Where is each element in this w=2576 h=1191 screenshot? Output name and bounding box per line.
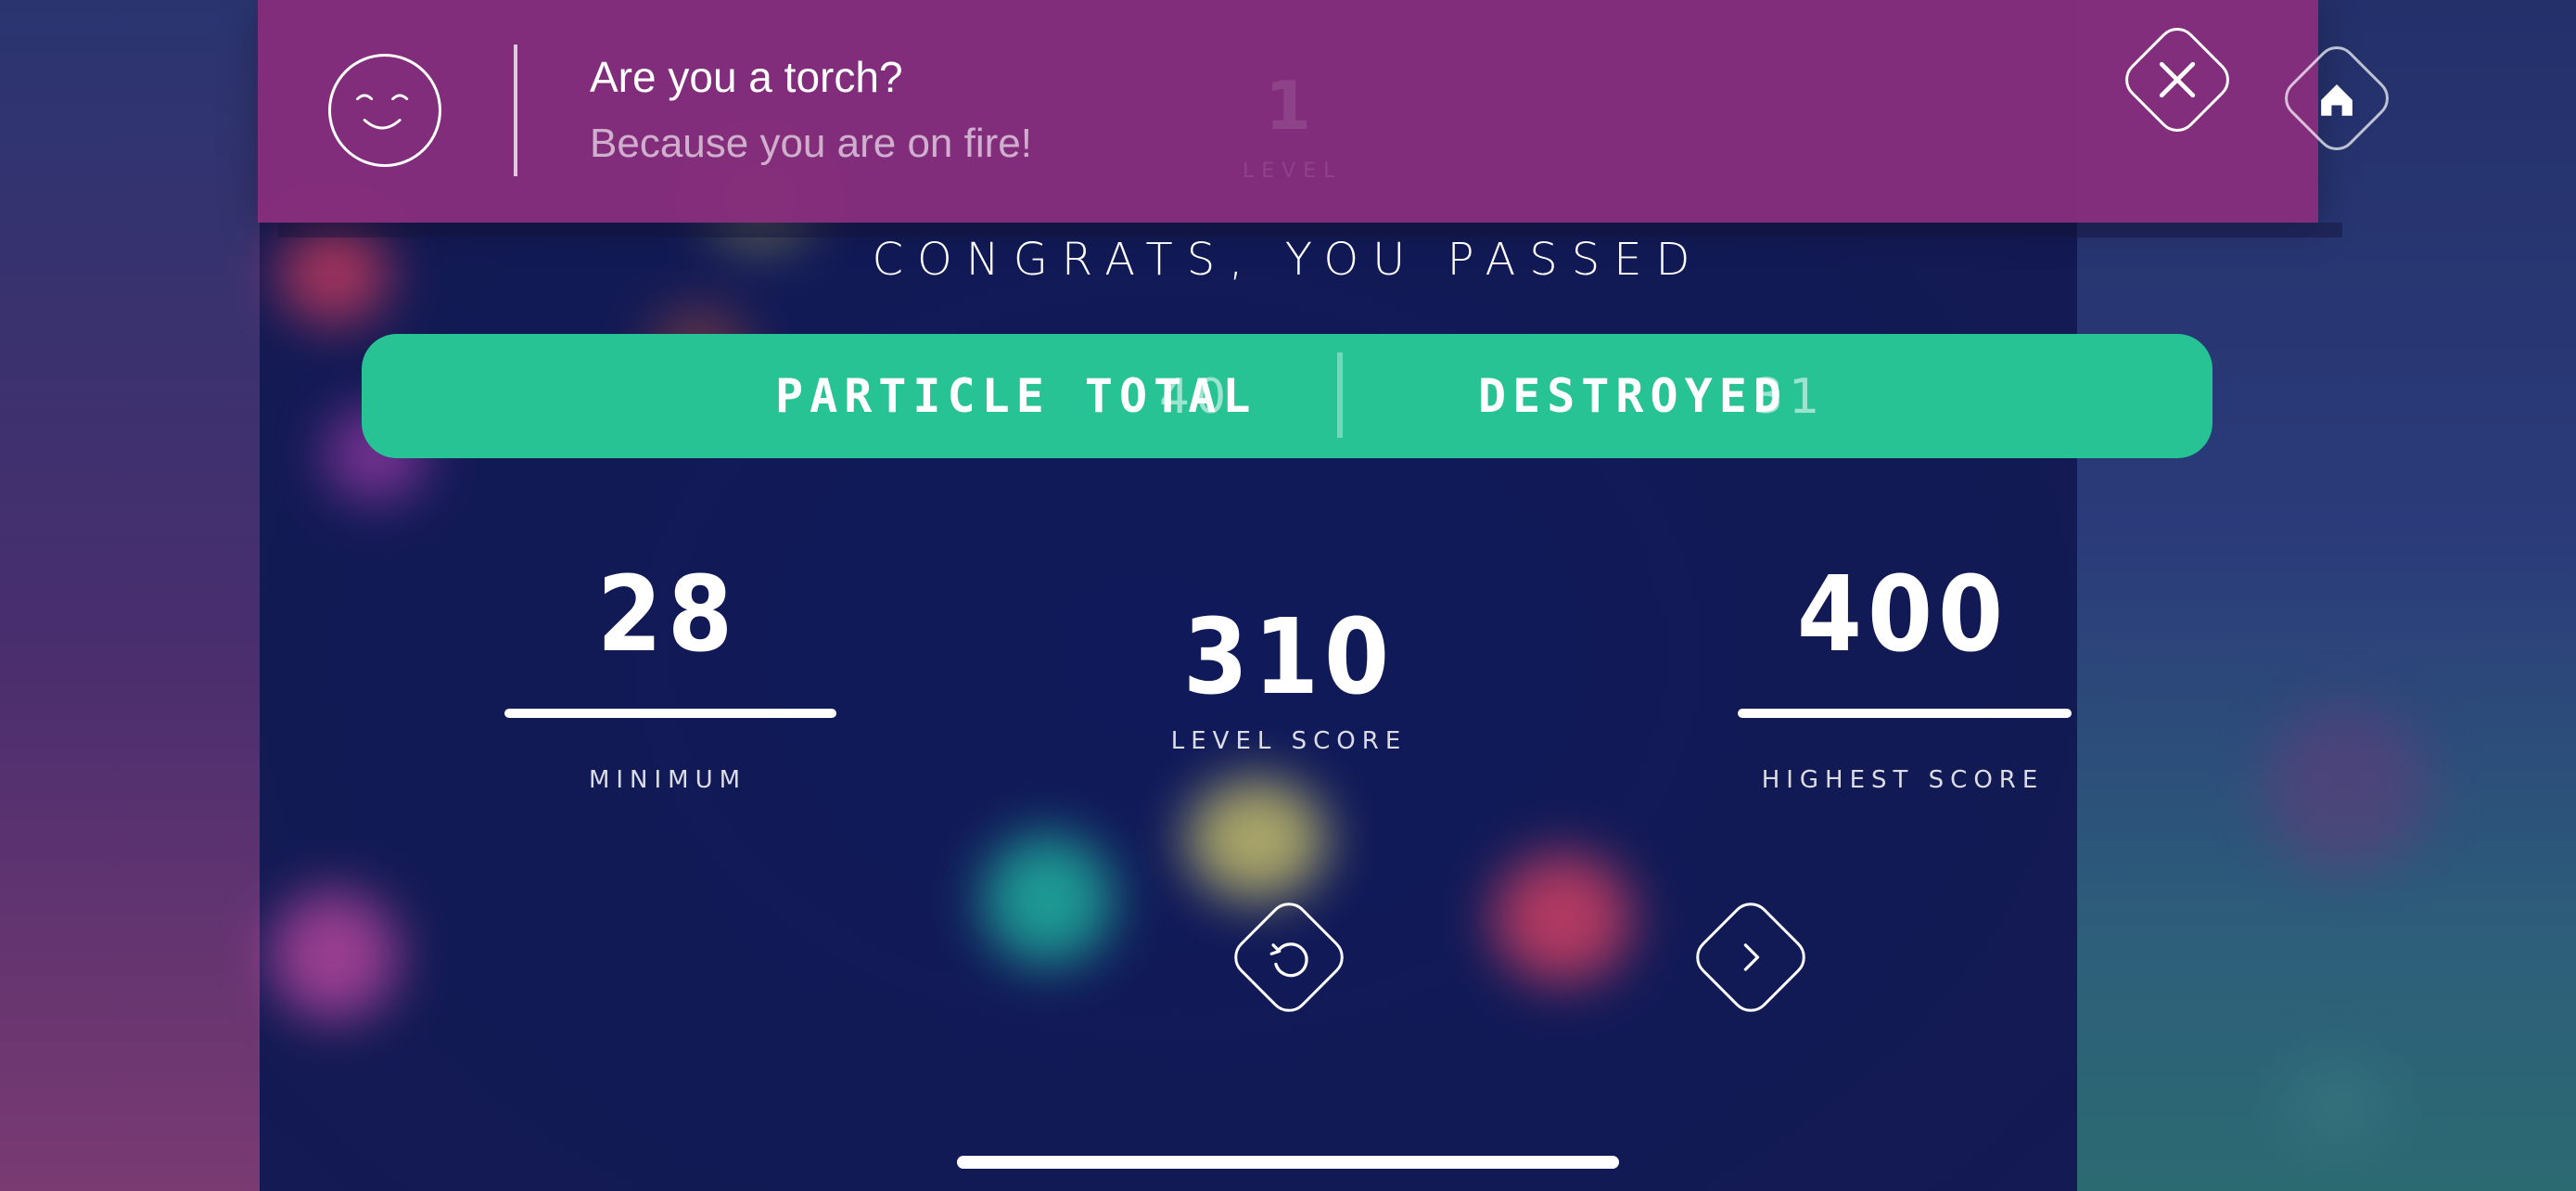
particle-blur <box>1493 853 1632 983</box>
stats-divider <box>1337 352 1343 438</box>
particle-blur <box>983 835 1113 965</box>
highest-score: 400 <box>1796 555 2009 675</box>
home-icon <box>2297 58 2377 138</box>
destroyed-label: DESTROYED <box>1478 369 1788 423</box>
minimum-score: 28 <box>596 555 739 675</box>
particle-blur <box>1187 779 1326 900</box>
retry-icon <box>1247 916 1331 999</box>
close-icon <box>2137 40 2217 120</box>
level-score-label: LEVEL SCORE <box>1170 727 1408 755</box>
highest-underline <box>1738 709 2072 718</box>
particle-blur <box>2281 1057 2392 1150</box>
destroyed-value: 31 <box>1753 369 1826 425</box>
highest-score-label: HIGHEST SCORE <box>1761 766 2045 794</box>
minimum-label: MINIMUM <box>588 766 747 794</box>
level-score: 310 <box>1182 597 1396 718</box>
notification-title: Are you a torch? <box>590 53 903 101</box>
minimum-underline <box>504 709 836 718</box>
smiley-icon <box>328 54 441 167</box>
home-indicator[interactable] <box>957 1156 1619 1169</box>
particle-blur <box>269 890 399 1020</box>
notification-banner[interactable]: Are you a torch? Because you are on fire… <box>258 0 2318 223</box>
notification-divider <box>514 45 517 176</box>
level-number: 1 <box>1265 67 1312 145</box>
chevron-right-icon <box>1709 916 1792 999</box>
level-label: LEVEL <box>1243 160 1343 183</box>
stats-bar: PARTICLE TOTAL 40 DESTROYED 31 <box>362 334 2213 458</box>
notification-message: Because you are on fire! <box>590 121 1032 166</box>
background-left <box>0 0 278 1191</box>
result-heading: CONGRATS, YOU PASSED <box>872 234 1704 286</box>
particle-total-value: 40 <box>1159 369 1232 425</box>
particle-blur <box>2263 705 2429 872</box>
